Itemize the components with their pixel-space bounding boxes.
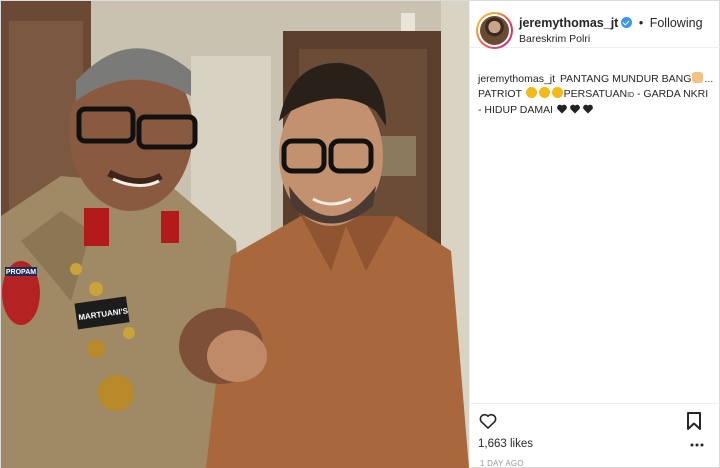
post-caption: jeremythomas_jt PANTANG MUNDUR BANG... P… (478, 72, 714, 118)
flexed-biceps-emoji-icon (538, 87, 550, 98)
header-user-row: jeremythomas_jt • Following (519, 16, 703, 30)
post-header: jeremythomas_jt • Following Bareskrim Po… (470, 1, 720, 49)
likes-count[interactable]: 1,663 likes (478, 438, 533, 450)
username-link[interactable]: jeremythomas_jt (519, 16, 618, 30)
caption-text-3: PERSATUAN (563, 88, 628, 100)
post-timestamp: 1 DAY AGO (480, 459, 524, 468)
bookmark-icon[interactable] (686, 411, 702, 431)
following-button[interactable]: Following (650, 16, 703, 30)
location-link[interactable]: Bareskrim Polri (519, 33, 590, 45)
caption-text-1: PANTANG MUNDUR BANG (559, 73, 692, 85)
post-actions: 1,663 likes 1 DAY AGO (470, 403, 720, 468)
flexed-biceps-emoji-icon (551, 87, 563, 98)
post-photo[interactable]: PROPAM MARTUANI'S (1, 1, 469, 468)
avatar-image (478, 14, 511, 47)
instagram-post: PROPAM MARTUANI'S jeremythomas_jt • Foll… (0, 0, 720, 468)
uniform-tag-text: PROPAM (6, 269, 36, 276)
avatar-photo (480, 16, 509, 45)
black-heart-emoji-icon (583, 104, 593, 114)
verified-badge-icon (621, 17, 633, 28)
black-heart-emoji-icon (570, 104, 580, 114)
pray-emoji-icon (692, 72, 704, 83)
heart-outline-icon[interactable] (478, 411, 498, 431)
avatar[interactable] (476, 12, 513, 49)
caption-username[interactable]: jeremythomas_jt (478, 73, 555, 85)
black-heart-emoji-icon (557, 104, 567, 114)
more-dots-icon[interactable] (690, 442, 704, 448)
flexed-biceps-emoji-icon (525, 87, 537, 98)
post-side-panel: jeremythomas_jt • Following Bareskrim Po… (469, 1, 720, 468)
separator-dot: • (638, 16, 644, 30)
photo-illustration: PROPAM MARTUANI'S (1, 1, 469, 468)
